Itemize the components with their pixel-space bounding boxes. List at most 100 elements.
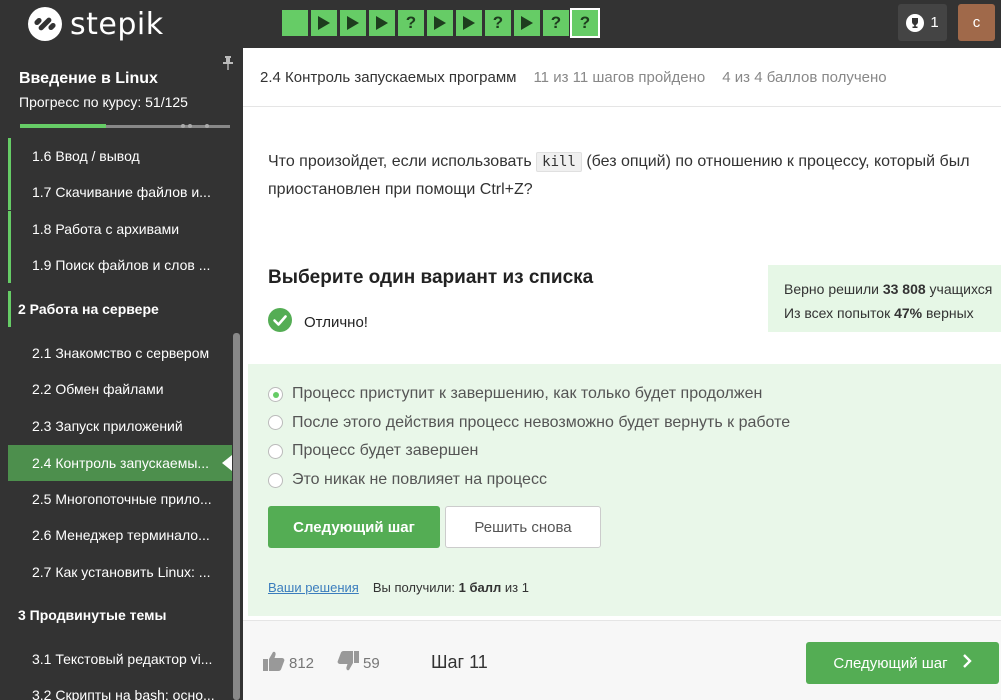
play-icon xyxy=(346,15,360,31)
step-4-video[interactable] xyxy=(369,10,395,36)
sidebar-lesson[interactable]: 2.1 Знакомство с сервером xyxy=(8,335,232,371)
footer-next-step-button[interactable]: Следующий шаг xyxy=(806,642,999,684)
course-title[interactable]: Введение в Linux xyxy=(19,70,158,88)
sidebar-item-label: 2.2 Обмен файлами xyxy=(32,381,164,397)
sidebar-item-label: 3 Продвинутые темы xyxy=(18,607,167,623)
sidebar-lesson[interactable]: 1.6 Ввод / вывод xyxy=(8,138,232,174)
sidebar-lesson[interactable]: 2.6 Менеджер терминало... xyxy=(8,517,232,553)
sidebar-lesson[interactable]: 1.8 Работа с архивами xyxy=(8,211,232,247)
stepik-logo[interactable]: stepik xyxy=(28,6,164,42)
thumbs-up-icon xyxy=(263,651,285,675)
result-status: Отлично! xyxy=(268,308,368,336)
radio-button[interactable] xyxy=(268,386,283,402)
sidebar-lesson[interactable]: 1.7 Скачивание файлов и... xyxy=(8,174,232,210)
question-code: kill xyxy=(536,152,582,172)
answer-option-label: Процесс приступит к завершению, как толь… xyxy=(292,385,763,403)
play-icon xyxy=(433,15,447,31)
your-solutions-link[interactable]: Ваши решения xyxy=(268,580,359,595)
answer-option[interactable]: Процесс будет завершен xyxy=(268,437,790,466)
sidebar-item-label: 2.6 Менеджер терминало... xyxy=(32,527,210,543)
sidebar-scrollbar[interactable] xyxy=(233,333,240,700)
step-11-quiz[interactable]: ? xyxy=(570,8,600,38)
sidebar-lesson[interactable]: 2.7 Как установить Linux: ... xyxy=(8,554,232,590)
dislike-button[interactable]: 59 xyxy=(337,651,380,675)
step-number: Шаг 11 xyxy=(431,652,488,672)
active-indicator-icon xyxy=(222,455,232,471)
answer-option[interactable]: Это никак не повлияет на процесс xyxy=(268,466,790,495)
sidebar-item-label: 2.7 Как установить Linux: ... xyxy=(32,564,211,580)
sidebar-item-label: 3.2 Скрипты на bash: осно... xyxy=(32,687,215,700)
question-mark-icon: ? xyxy=(550,13,562,32)
sidebar-item-label: 1.8 Работа с архивами xyxy=(32,221,180,237)
footer-next-step-label: Следующий шаг xyxy=(833,654,948,672)
solve-stats: Верно решили 33 808 учащихся Из всех поп… xyxy=(768,265,1001,332)
sidebar-item-label: 3.1 Текстовый редактор vi... xyxy=(32,651,213,667)
sidebar-item-label: 2.4 Контроль запускаемы... xyxy=(32,455,210,471)
sidebar-section[interactable]: 3 Продвинутые темы xyxy=(8,597,232,633)
step-5-quiz[interactable]: ? xyxy=(398,10,424,36)
solutions-row: Ваши решения Вы получили: 1 балл из 1 xyxy=(268,580,529,595)
question-text-part: Что произойдет, если использовать xyxy=(268,153,537,170)
lesson-title: 2.4 Контроль запускаемых программ xyxy=(260,68,517,86)
sidebar-section[interactable]: 2 Работа на сервере xyxy=(8,291,232,327)
course-sidebar: Введение в Linux Прогресс по курсу: 51/1… xyxy=(0,48,243,700)
sidebar-lesson[interactable]: 2.2 Обмен файлами xyxy=(8,371,232,407)
logo-text: stepik xyxy=(70,6,164,42)
lesson-score: 4 из 4 баллов получено xyxy=(722,68,887,86)
next-step-button[interactable]: Следующий шаг xyxy=(268,506,440,548)
question-mark-icon: ? xyxy=(579,13,591,32)
stats-attempts-line: Из всех попыток 47% верных xyxy=(784,305,974,321)
sidebar-item-label: 2 Работа на сервере xyxy=(18,301,159,317)
question-mark-icon: ? xyxy=(492,13,504,32)
sidebar-item-label: 2.3 Запуск приложений xyxy=(32,418,183,434)
answer-option-label: После этого действия процесс невозможно … xyxy=(292,413,791,431)
sidebar-item-label: 1.7 Скачивание файлов и... xyxy=(32,184,211,200)
choose-title: Выберите один вариант из списка xyxy=(268,267,594,288)
step-9-video[interactable] xyxy=(514,10,540,36)
sidebar-lesson[interactable]: 2.5 Многопоточные прило... xyxy=(8,481,232,517)
step-navigation: ???? xyxy=(282,8,600,38)
retry-button[interactable]: Решить снова xyxy=(445,506,601,548)
sidebar-item-label: 1.9 Поиск файлов и слов ... xyxy=(32,257,211,273)
sidebar-lesson[interactable]: 2.4 Контроль запускаемы... xyxy=(8,445,232,481)
step-2-video[interactable] xyxy=(311,10,337,36)
lesson-steps-passed: 11 из 11 шагов пройдено xyxy=(533,68,706,86)
play-icon xyxy=(520,15,534,31)
check-circle-icon xyxy=(268,308,292,336)
pin-icon[interactable] xyxy=(222,56,234,75)
top-bar: stepik ???? 1 с xyxy=(0,0,1001,48)
answer-option[interactable]: Процесс приступит к завершению, как толь… xyxy=(268,380,790,409)
chevron-right-icon xyxy=(962,654,972,672)
step-10-quiz[interactable]: ? xyxy=(543,10,569,36)
question-mark-icon: ? xyxy=(405,13,417,32)
sidebar-item-label: 1.6 Ввод / вывод xyxy=(32,148,140,164)
sidebar-lesson[interactable]: 3.1 Текстовый редактор vi... xyxy=(8,641,232,677)
sidebar-lesson[interactable]: 2.3 Запуск приложений xyxy=(8,408,232,444)
step-8-quiz[interactable]: ? xyxy=(485,10,511,36)
answer-options: Процесс приступит к завершению, как толь… xyxy=(268,380,790,494)
sidebar-lesson[interactable]: 3.2 Скрипты на bash: осно... xyxy=(8,677,232,700)
answer-option-label: Это никак не повлияет на процесс xyxy=(292,471,547,489)
score-count: 1 xyxy=(930,14,939,31)
answer-option-label: Процесс будет завершен xyxy=(292,442,479,460)
step-1-text[interactable] xyxy=(282,10,308,36)
play-icon xyxy=(317,15,331,31)
radio-button[interactable] xyxy=(268,443,283,459)
avatar[interactable]: с xyxy=(958,4,995,41)
question-text: Что произойдет, если использовать kill (… xyxy=(268,148,993,203)
course-progress-bar xyxy=(20,124,230,128)
answer-option[interactable]: После этого действия процесс невозможно … xyxy=(268,409,790,438)
radio-button[interactable] xyxy=(268,415,283,431)
received-score: Вы получили: 1 балл из 1 xyxy=(372,580,529,595)
sidebar-lesson[interactable]: 1.9 Поиск файлов и слов ... xyxy=(8,247,232,283)
step-6-video[interactable] xyxy=(427,10,453,36)
result-label: Отлично! xyxy=(304,313,368,331)
like-button[interactable]: 812 xyxy=(263,651,314,675)
stepik-logo-icon xyxy=(28,7,62,41)
step-3-video[interactable] xyxy=(340,10,366,36)
sidebar-item-label: 2.1 Знакомство с сервером xyxy=(32,345,210,361)
dislikes-count: 59 xyxy=(363,654,380,672)
radio-button[interactable] xyxy=(268,472,283,488)
step-7-video[interactable] xyxy=(456,10,482,36)
score-button[interactable]: 1 xyxy=(898,4,947,41)
